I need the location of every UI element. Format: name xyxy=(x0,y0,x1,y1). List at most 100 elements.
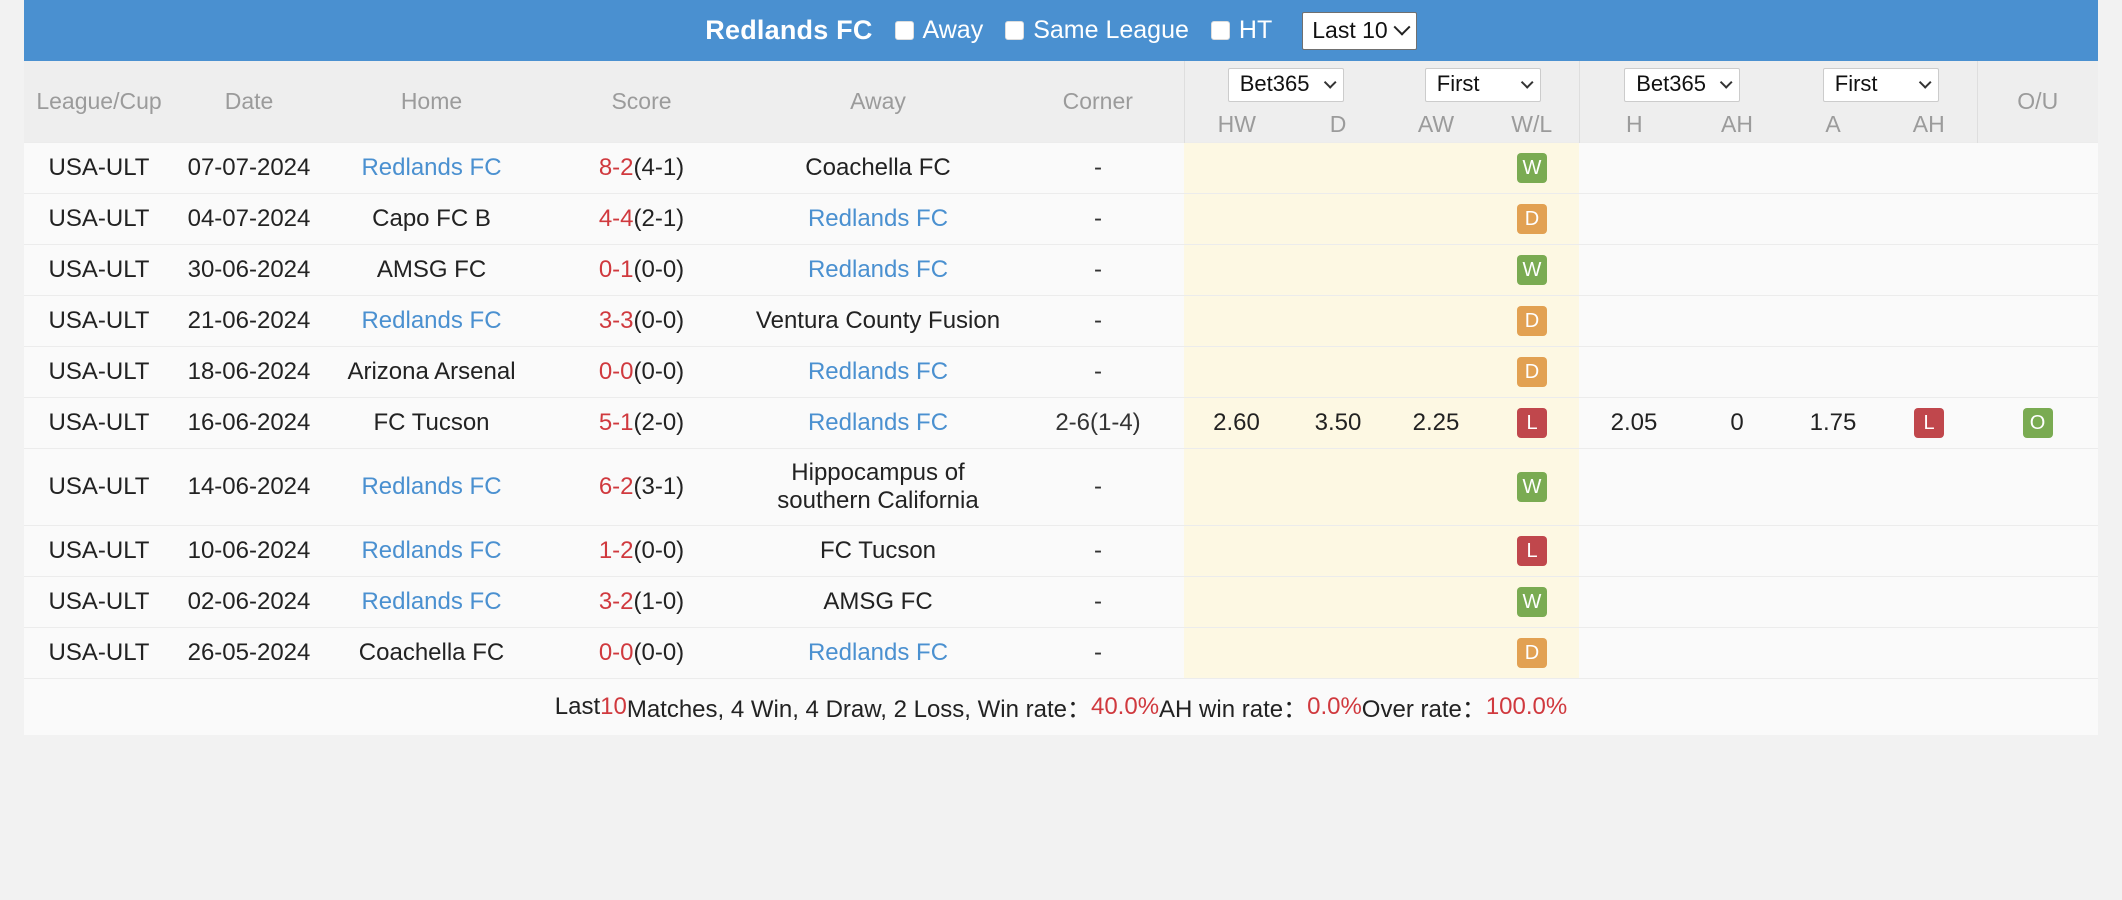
cell-score[interactable]: 3-3(0-0) xyxy=(539,294,744,346)
cell-home-team[interactable]: Coachella FC xyxy=(324,626,539,678)
cell-ah-result xyxy=(1881,243,1977,295)
period-select-2[interactable]: First xyxy=(1822,67,1939,102)
cell-home-team[interactable]: Redlands FC xyxy=(324,294,539,346)
checkbox-same-league[interactable] xyxy=(1005,21,1025,40)
status-badge: D xyxy=(1517,356,1547,387)
table-row[interactable]: USA-ULT 02-06-2024 Redlands FC 3-2(1-0) AMSG… xyxy=(24,575,2098,627)
filter-away[interactable]: Away xyxy=(894,16,983,45)
col-header-home[interactable]: Home xyxy=(324,61,539,142)
col-header-league[interactable]: League/Cup xyxy=(24,61,174,142)
cell-score[interactable]: 0-0(0-0) xyxy=(539,345,744,397)
matches-table-body: USA-ULT 07-07-2024 Redlands FC 8-2(4-1) Coac… xyxy=(24,141,2098,678)
checkbox-away[interactable] xyxy=(894,21,914,40)
cell-league: USA-ULT xyxy=(24,345,174,397)
score-halftime: (1-0) xyxy=(633,587,685,615)
table-row[interactable]: USA-ULT 04-07-2024 Capo FC B 4-4(2-1) Redlan… xyxy=(24,192,2098,244)
cell-away-team[interactable]: Redlands FC xyxy=(744,345,1012,397)
col-header-aw[interactable]: AW xyxy=(1387,108,1485,142)
col-header-a[interactable]: A xyxy=(1785,108,1881,142)
cell-corner: - xyxy=(1012,294,1184,346)
cell-home-team[interactable]: Redlands FC xyxy=(324,447,539,525)
col-header-away[interactable]: Away xyxy=(744,61,1012,142)
cell-ah-a xyxy=(1785,243,1881,295)
table-row[interactable]: USA-ULT 26-05-2024 Coachella FC 0-0(0-0) Red… xyxy=(24,626,2098,678)
cell-ah-a xyxy=(1785,345,1881,397)
col-header-corner[interactable]: Corner xyxy=(1012,61,1184,142)
cell-score[interactable]: 0-1(0-0) xyxy=(539,243,744,295)
score-fulltime: 3-3 xyxy=(598,306,634,334)
cell-home-team[interactable]: Arizona Arsenal xyxy=(324,345,539,397)
col-header-ah2[interactable]: AH xyxy=(1881,108,1977,142)
filter-same-league-label: Same League xyxy=(1033,16,1189,44)
cell-away-team[interactable]: Redlands FC xyxy=(744,396,1012,448)
cell-home-team[interactable]: FC Tucson xyxy=(324,396,539,448)
score-fulltime: 4-4 xyxy=(598,204,634,232)
cell-away-team[interactable]: AMSG FC xyxy=(744,575,1012,627)
cell-score[interactable]: 0-0(0-0) xyxy=(539,626,744,678)
cell-score[interactable]: 4-4(2-1) xyxy=(539,192,744,244)
cell-score[interactable]: 5-1(2-0) xyxy=(539,396,744,448)
cell-result-wl: D xyxy=(1485,192,1579,244)
cell-away-team[interactable]: FC Tucson xyxy=(744,524,1012,576)
cell-score[interactable]: 8-2(4-1) xyxy=(539,141,744,193)
score-fulltime: 0-0 xyxy=(598,357,634,385)
summary-text-part1: Last xyxy=(554,692,601,720)
table-row[interactable]: USA-ULT 10-06-2024 Redlands FC 1-2(0-0) FC T… xyxy=(24,524,2098,576)
table-row[interactable]: USA-ULT 07-07-2024 Redlands FC 8-2(4-1) Coac… xyxy=(24,141,2098,193)
cell-result-wl: W xyxy=(1485,575,1579,627)
status-badge: W xyxy=(1517,586,1547,617)
cell-odds-d xyxy=(1289,294,1387,346)
cell-home-team[interactable]: Redlands FC xyxy=(324,524,539,576)
cell-odds-hw xyxy=(1184,141,1289,193)
cell-away-team[interactable]: Redlands FC xyxy=(744,192,1012,244)
filter-same-league[interactable]: Same League xyxy=(1005,16,1189,45)
cell-ah-h xyxy=(1579,575,1689,627)
col-header-h[interactable]: H xyxy=(1578,108,1689,142)
col-header-wl[interactable]: W/L xyxy=(1485,108,1579,142)
filter-ht[interactable]: HT xyxy=(1210,16,1273,45)
col-header-hw[interactable]: HW xyxy=(1183,108,1289,142)
table-row[interactable]: USA-ULT 18-06-2024 Arizona Arsenal 0-0(0-0)… xyxy=(24,345,2098,397)
col-header-ah1[interactable]: AH xyxy=(1689,108,1785,142)
cell-score[interactable]: 3-2(1-0) xyxy=(539,575,744,627)
table-row[interactable]: USA-ULT 14-06-2024 Redlands FC 6-2(3-1) Hipp… xyxy=(24,447,2098,525)
cell-ou-result xyxy=(1977,626,2098,678)
filter-ht-label: HT xyxy=(1238,16,1273,44)
cell-away-team[interactable]: Ventura County Fusion xyxy=(744,294,1012,346)
range-select[interactable]: Last 10 xyxy=(1302,11,1417,50)
score-fulltime: 8-2 xyxy=(598,153,634,181)
score-halftime: (0-0) xyxy=(633,638,685,666)
cell-home-team[interactable]: Capo FC B xyxy=(324,192,539,244)
period-select-1[interactable]: First xyxy=(1424,67,1541,102)
cell-home-team[interactable]: AMSG FC xyxy=(324,243,539,295)
cell-score[interactable]: 1-2(0-0) xyxy=(539,524,744,576)
cell-odds-hw: 2.60 xyxy=(1184,396,1289,448)
cell-league: USA-ULT xyxy=(24,243,174,295)
bookmaker-select-1[interactable]: Bet365 xyxy=(1227,67,1344,102)
col-header-score[interactable]: Score xyxy=(539,61,744,142)
cell-home-team[interactable]: Redlands FC xyxy=(324,141,539,193)
table-row[interactable]: USA-ULT 30-06-2024 AMSG FC 0-1(0-0) Redlands… xyxy=(24,243,2098,295)
cell-odds-aw xyxy=(1387,243,1485,295)
col-header-date[interactable]: Date xyxy=(174,61,324,142)
table-row[interactable]: USA-ULT 21-06-2024 Redlands FC 3-3(0-0) Vent… xyxy=(24,294,2098,346)
status-badge: W xyxy=(1517,254,1547,285)
odds-group2-bookmaker-cell: Bet365 xyxy=(1578,61,1785,108)
table-row[interactable]: USA-ULT 16-06-2024 FC Tucson 5-1(2-0) Redlan… xyxy=(24,396,2098,448)
cell-score[interactable]: 6-2(3-1) xyxy=(539,447,744,525)
score-fulltime: 1-2 xyxy=(598,536,634,564)
cell-ah-result xyxy=(1881,524,1977,576)
cell-odds-aw xyxy=(1387,192,1485,244)
cell-away-team[interactable]: Redlands FC xyxy=(744,626,1012,678)
cell-corner: - xyxy=(1012,192,1184,244)
col-header-ou[interactable]: O/U xyxy=(1976,61,2098,142)
bookmaker-select-2[interactable]: Bet365 xyxy=(1624,67,1741,102)
score-halftime: (2-0) xyxy=(633,408,685,436)
cell-away-team[interactable]: Redlands FC xyxy=(744,243,1012,295)
score-fulltime: 0-1 xyxy=(598,255,634,283)
col-header-d[interactable]: D xyxy=(1289,108,1387,142)
checkbox-ht[interactable] xyxy=(1210,21,1230,40)
cell-away-team[interactable]: Hippocampus of southern California xyxy=(744,447,1012,525)
cell-away-team[interactable]: Coachella FC xyxy=(744,141,1012,193)
cell-home-team[interactable]: Redlands FC xyxy=(324,575,539,627)
